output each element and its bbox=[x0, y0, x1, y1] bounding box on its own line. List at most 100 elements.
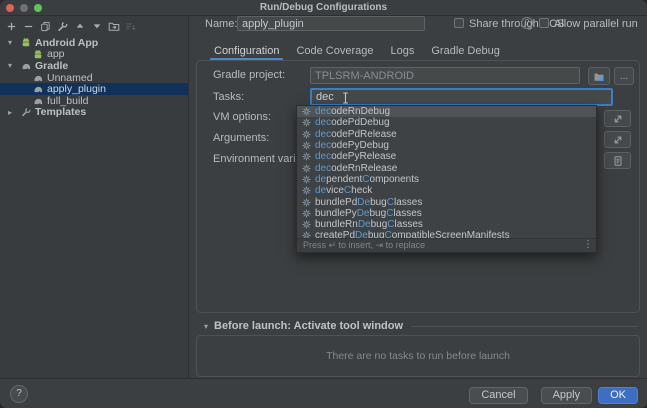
gear-icon bbox=[302, 130, 311, 139]
completion-item-text: De bbox=[355, 230, 368, 238]
completion-item-text: lasses bbox=[395, 219, 423, 230]
share-through-vcs-label: Share through VCS bbox=[469, 18, 564, 30]
name-input[interactable] bbox=[237, 16, 425, 31]
vm-options-label: VM options: bbox=[213, 111, 271, 123]
completion-item[interactable]: deviceCheck bbox=[297, 185, 596, 196]
apply-button[interactable]: Apply bbox=[541, 387, 593, 404]
tab-logs[interactable]: Logs bbox=[389, 44, 417, 60]
completion-item-text: de bbox=[315, 174, 326, 185]
completion-item[interactable]: bundleRnDebugClasses bbox=[297, 219, 596, 230]
completion-item-text: odeRnRelease bbox=[331, 163, 397, 174]
completion-item-text: bug bbox=[370, 208, 387, 219]
tab-code-coverage[interactable]: Code Coverage bbox=[294, 44, 375, 60]
sidebar-item-label: Unnamed bbox=[47, 72, 93, 84]
ok-button[interactable]: OK bbox=[598, 387, 638, 404]
completion-item-text: lasses bbox=[394, 197, 422, 208]
ellipsis-icon: ... bbox=[620, 71, 628, 82]
sidebar-item-full-build[interactable]: full_build bbox=[0, 95, 188, 107]
expand-vm-options-button[interactable] bbox=[604, 110, 631, 127]
expand-arguments-button[interactable] bbox=[604, 131, 631, 148]
choose-gradle-project-button[interactable] bbox=[588, 67, 610, 85]
sidebar-item-label: full_build bbox=[47, 95, 88, 107]
completion-more-icon[interactable]: ⋮ bbox=[583, 239, 593, 251]
move-up-button[interactable] bbox=[71, 18, 88, 34]
add-button[interactable] bbox=[3, 18, 20, 34]
completion-item-text: dec bbox=[315, 106, 331, 117]
sidebar-item-apply-plugin[interactable]: apply_plugin bbox=[0, 83, 188, 95]
android-icon bbox=[20, 37, 32, 48]
window-title: Run/Debug Configurations bbox=[0, 0, 647, 15]
sidebar-item-label: Gradle bbox=[35, 60, 68, 72]
share-through-vcs-checkbox[interactable] bbox=[454, 18, 464, 28]
completion-list: decodeRnDebugdecodePdDebugdecodePdReleas… bbox=[297, 106, 596, 238]
move-down-icon bbox=[92, 21, 102, 31]
completion-item-text: bundleRn bbox=[315, 219, 358, 230]
collapse-chevron-icon[interactable]: ▾ bbox=[204, 322, 214, 331]
cancel-button[interactable]: Cancel bbox=[469, 387, 527, 404]
tab-configuration[interactable]: Configuration bbox=[212, 44, 281, 60]
copy-icon bbox=[40, 21, 51, 32]
configuration-tabs: Configuration Code Coverage Logs Gradle Deb… bbox=[212, 44, 502, 60]
completion-item-text: ompatibleScreenManifests bbox=[392, 230, 510, 238]
completion-item-text: odePyDebug bbox=[331, 140, 389, 151]
completion-item[interactable]: bundlePyDebugClasses bbox=[297, 208, 596, 219]
gear-icon bbox=[302, 118, 311, 127]
completion-item-text: odePdRelease bbox=[331, 129, 397, 140]
name-label: Name: bbox=[205, 18, 237, 30]
divider bbox=[411, 326, 638, 327]
before-launch-panel: There are no tasks to run before launch bbox=[196, 335, 640, 377]
completion-item-text: bug bbox=[371, 219, 388, 230]
completion-item[interactable]: dependentComponents bbox=[297, 174, 596, 185]
tab-gradle-debug[interactable]: Gradle Debug bbox=[429, 44, 502, 60]
sidebar-item-templates[interactable]: ▸ Templates bbox=[0, 107, 188, 119]
expand-icon bbox=[612, 113, 624, 125]
completion-item-text: dec bbox=[315, 163, 331, 174]
completion-item[interactable]: decodePyDebug bbox=[297, 140, 596, 151]
edit-defaults-button[interactable] bbox=[54, 18, 71, 34]
completion-item[interactable]: decodeRnRelease bbox=[297, 162, 596, 173]
gear-icon bbox=[302, 186, 311, 195]
sidebar-item-unnamed[interactable]: Unnamed bbox=[0, 72, 188, 84]
dialog-footer: ? Cancel Apply OK bbox=[0, 378, 647, 408]
sort-button bbox=[122, 18, 139, 34]
remove-button[interactable] bbox=[20, 18, 37, 34]
wrench-icon bbox=[20, 107, 32, 118]
help-button[interactable]: ? bbox=[10, 385, 28, 403]
sidebar-item-android-app[interactable]: ▾Android App bbox=[0, 37, 188, 49]
arguments-label: Arguments: bbox=[213, 132, 269, 144]
chevron-down-icon[interactable]: ▾ bbox=[8, 38, 20, 47]
sidebar-item-label: Templates bbox=[35, 106, 86, 118]
completion-item[interactable]: decodePdRelease bbox=[297, 129, 596, 140]
sidebar-item-gradle[interactable]: ▾ Gradle bbox=[0, 60, 188, 72]
completion-item-text: odeRnDebug bbox=[331, 106, 390, 117]
new-folder-button[interactable] bbox=[105, 18, 122, 34]
sort-icon bbox=[125, 21, 136, 32]
completion-item-text: C bbox=[387, 219, 394, 230]
add-icon bbox=[6, 21, 17, 32]
folder-icon bbox=[593, 71, 605, 82]
gradle-project-input[interactable] bbox=[310, 67, 580, 84]
completion-item[interactable]: bundlePdDebugClasses bbox=[297, 196, 596, 207]
completion-item-text: dec bbox=[315, 151, 331, 162]
completion-item[interactable]: createPdDebugCompatibleScreenManifests bbox=[297, 230, 596, 238]
completion-item[interactable]: decodePyRelease bbox=[297, 151, 596, 162]
sidebar-item-app[interactable]: app bbox=[0, 49, 188, 61]
sidebar: ▾Android Appapp▾GradleUnnamedapply_plugi… bbox=[0, 16, 189, 378]
copy-button[interactable] bbox=[37, 18, 54, 34]
gradle-project-label: Gradle project: bbox=[213, 69, 285, 81]
gradle-icon bbox=[32, 72, 44, 83]
allow-parallel-run-checkbox[interactable] bbox=[539, 18, 549, 28]
android-icon bbox=[32, 49, 44, 60]
vcs-help-icon[interactable]: ? bbox=[521, 17, 533, 29]
browse-gradle-project-button[interactable]: ... bbox=[614, 67, 634, 85]
gear-icon bbox=[302, 209, 311, 218]
gear-icon bbox=[302, 152, 311, 161]
completion-item-text: C bbox=[344, 185, 351, 196]
chevron-right-icon[interactable]: ▸ bbox=[8, 108, 20, 117]
move-down-button[interactable] bbox=[88, 18, 105, 34]
completion-item[interactable]: decodePdDebug bbox=[297, 117, 596, 128]
browse-environment-variables-button[interactable] bbox=[604, 152, 631, 169]
completion-item-text: De bbox=[357, 197, 370, 208]
tasks-input[interactable] bbox=[310, 88, 613, 106]
chevron-down-icon[interactable]: ▾ bbox=[8, 61, 20, 70]
